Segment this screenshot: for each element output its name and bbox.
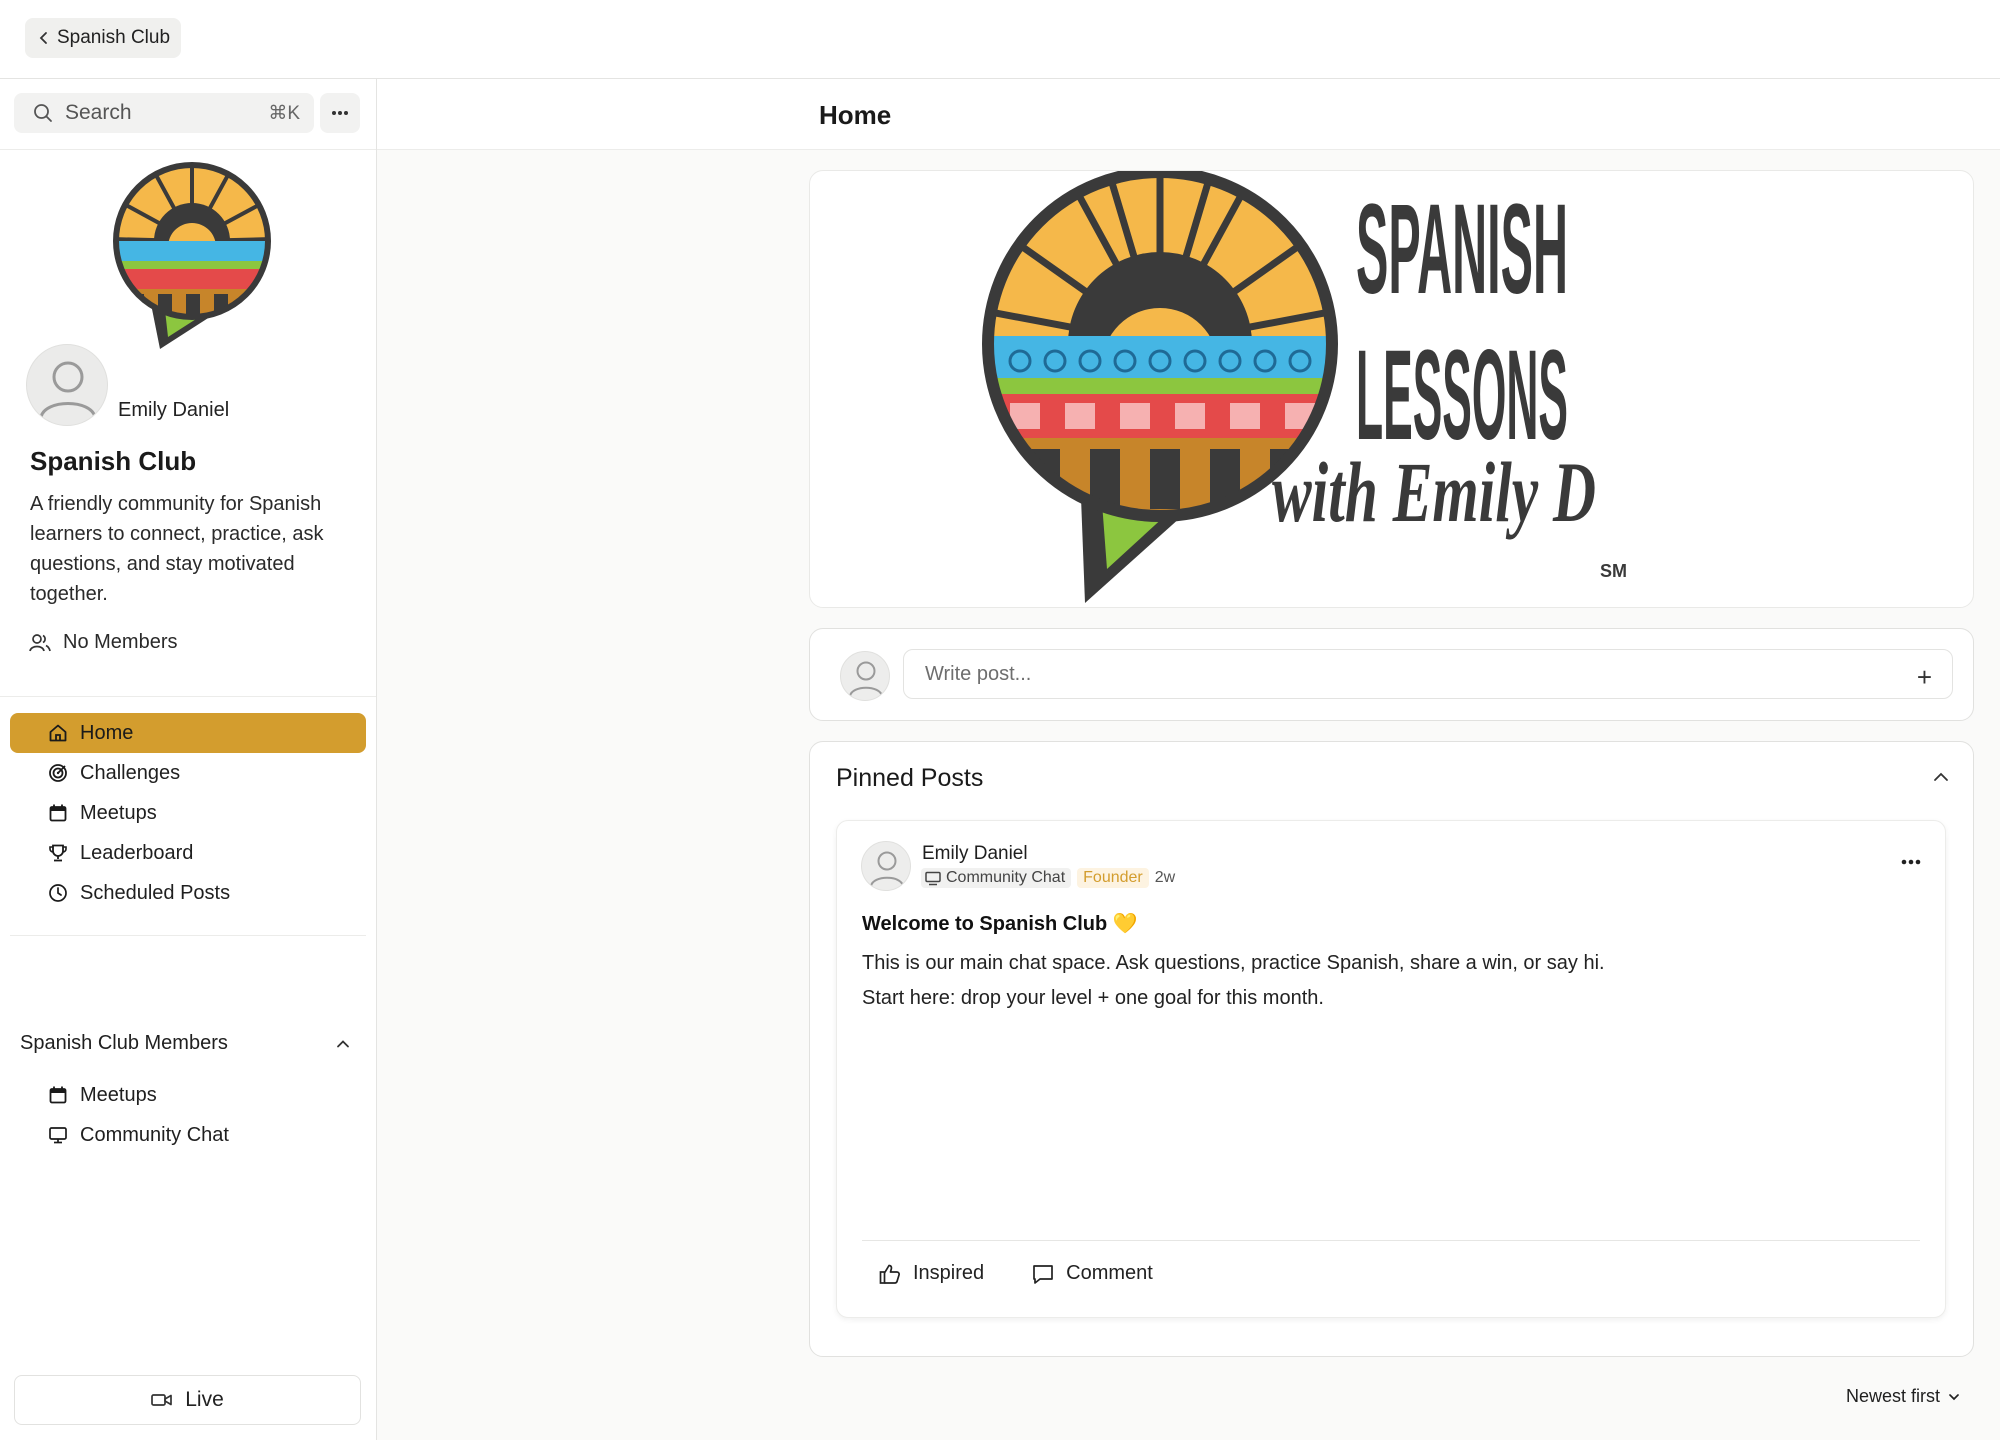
sidebar-item-label: Home (80, 721, 134, 744)
calendar-icon (49, 804, 67, 822)
sidebar-item-label: Meetups (80, 1083, 157, 1106)
post-title: Welcome to Spanish Club 💛 (862, 913, 1138, 935)
composer-avatar (840, 651, 890, 701)
calendar-icon (49, 1086, 67, 1104)
post-composer: Write post... + (809, 628, 1974, 721)
back-button-label: Spanish Club (57, 27, 171, 48)
post-age: 2w (1154, 869, 1176, 886)
chevron-down-icon (1949, 1393, 1959, 1400)
owner-name: Emily Daniel (118, 399, 230, 421)
club-description: A friendly community for Spanish learner… (30, 493, 324, 605)
sidebar-item-label: Community Chat (80, 1123, 229, 1146)
post-body-line: Start here: drop your level + one goal f… (862, 987, 1324, 1009)
founder-badge: Founder (1077, 868, 1149, 888)
clock-icon (49, 884, 67, 902)
search-input[interactable]: Search ⌘K (14, 93, 314, 133)
post-author-avatar[interactable] (861, 841, 911, 891)
pinned-post-card: Emily Daniel Community Chat Founder 2w W… (836, 820, 1946, 1318)
home-icon (49, 724, 67, 742)
post-divider (862, 1240, 1920, 1241)
post-more-icon[interactable] (1901, 859, 1921, 865)
sidebar-divider (0, 696, 376, 697)
user-icon (39, 361, 97, 418)
search-placeholder: Search (65, 101, 132, 124)
sidebar-divider (10, 935, 366, 936)
sidebar-nav: Home Challenges Meetups Leaderboard Sche… (10, 713, 366, 913)
members-count[interactable]: No Members (29, 631, 177, 654)
users-icon (29, 633, 51, 651)
chevron-up-icon[interactable] (1933, 770, 1949, 784)
banner-line-1: SPANISH (1356, 178, 1568, 321)
owner-avatar[interactable] (26, 344, 108, 426)
write-post-placeholder: Write post... (925, 662, 1032, 685)
user-icon (849, 661, 883, 697)
post-body: This is our main chat space. Ask questio… (862, 946, 1922, 1016)
chevron-left-icon (39, 32, 47, 44)
comment-label: Comment (1066, 1262, 1153, 1284)
sidebar-item-meetups[interactable]: Meetups (10, 793, 366, 833)
page-title: Home (819, 100, 892, 130)
more-options-button[interactable] (320, 93, 360, 133)
pinned-posts-title: Pinned Posts (836, 764, 984, 792)
main-header: Home (377, 79, 2000, 150)
post-body-line: This is our main chat space. Ask questio… (862, 952, 1605, 974)
sidebar-item-home[interactable]: Home (10, 713, 366, 753)
banner-line-3: with Emily D (1272, 444, 1596, 540)
back-button[interactable]: Spanish Club (25, 18, 182, 58)
live-button[interactable]: Live (14, 1375, 361, 1425)
inspired-label: Inspired (913, 1262, 985, 1284)
live-label: Live (185, 1388, 224, 1411)
banner-service-mark: SM (1600, 561, 1627, 581)
sidebar-item-label: Scheduled Posts (80, 881, 231, 904)
trophy-icon (49, 844, 67, 862)
banner-logo: SPANISH LESSONS with Emily D SM (982, 171, 1627, 603)
chevron-up-icon (337, 1039, 349, 1047)
sort-dropdown[interactable]: Newest first (1846, 1386, 1960, 1407)
sort-label: Newest first (1845, 1386, 1940, 1406)
sidebar-item-leaderboard[interactable]: Leaderboard (10, 833, 366, 873)
pinned-posts-section: Pinned Posts Emily Daniel Community Chat… (809, 741, 1974, 1357)
search-shortcut: ⌘K (268, 102, 300, 124)
comment-button[interactable]: Comment (1032, 1262, 1153, 1285)
sidebar-item-scheduled-posts[interactable]: Scheduled Posts (10, 873, 366, 913)
post-actions: Inspired Comment (879, 1262, 1153, 1285)
search-icon (34, 104, 52, 122)
post-channel: Community Chat (946, 869, 1066, 886)
members-section-header[interactable]: Spanish Club Members (20, 1032, 350, 1055)
sidebar-item-members-meetups[interactable]: Meetups (10, 1075, 366, 1115)
target-icon (49, 764, 67, 782)
top-bar: Spanish Club (0, 0, 2000, 79)
write-post-input[interactable]: Write post... + (903, 649, 1953, 699)
club-title: Spanish Club (30, 446, 197, 476)
post-meta: Community Chat Founder 2w (921, 868, 1175, 888)
sidebar-item-label: Challenges (80, 761, 181, 784)
user-icon (870, 851, 904, 887)
members-label: No Members (63, 631, 178, 653)
sidebar-item-community-chat[interactable]: Community Chat (10, 1115, 366, 1155)
monitor-icon (925, 871, 941, 885)
sidebar: Search ⌘K Emily Daniel Spanish Club A fr… (0, 79, 377, 1440)
monitor-icon (49, 1127, 67, 1144)
more-horizontal-icon (332, 111, 348, 115)
video-icon (151, 1394, 173, 1406)
sidebar-divider (0, 149, 376, 150)
members-section-nav: Meetups Community Chat (10, 1075, 366, 1155)
section-title: Spanish Club Members (20, 1032, 228, 1054)
sidebar-item-label: Meetups (80, 801, 157, 824)
sidebar-item-challenges[interactable]: Challenges (10, 753, 366, 793)
club-logo (113, 162, 271, 349)
post-author-name[interactable]: Emily Daniel (922, 843, 1028, 865)
post-channel-chip[interactable]: Community Chat (921, 868, 1072, 888)
comment-icon (1033, 1264, 1054, 1284)
plus-icon[interactable]: + (1917, 662, 1932, 693)
club-banner: SPANISH LESSONS with Emily D SM (809, 170, 1974, 608)
sidebar-item-label: Leaderboard (80, 841, 194, 864)
thumbs-up-icon (879, 1264, 900, 1284)
inspired-button[interactable]: Inspired (879, 1262, 984, 1285)
